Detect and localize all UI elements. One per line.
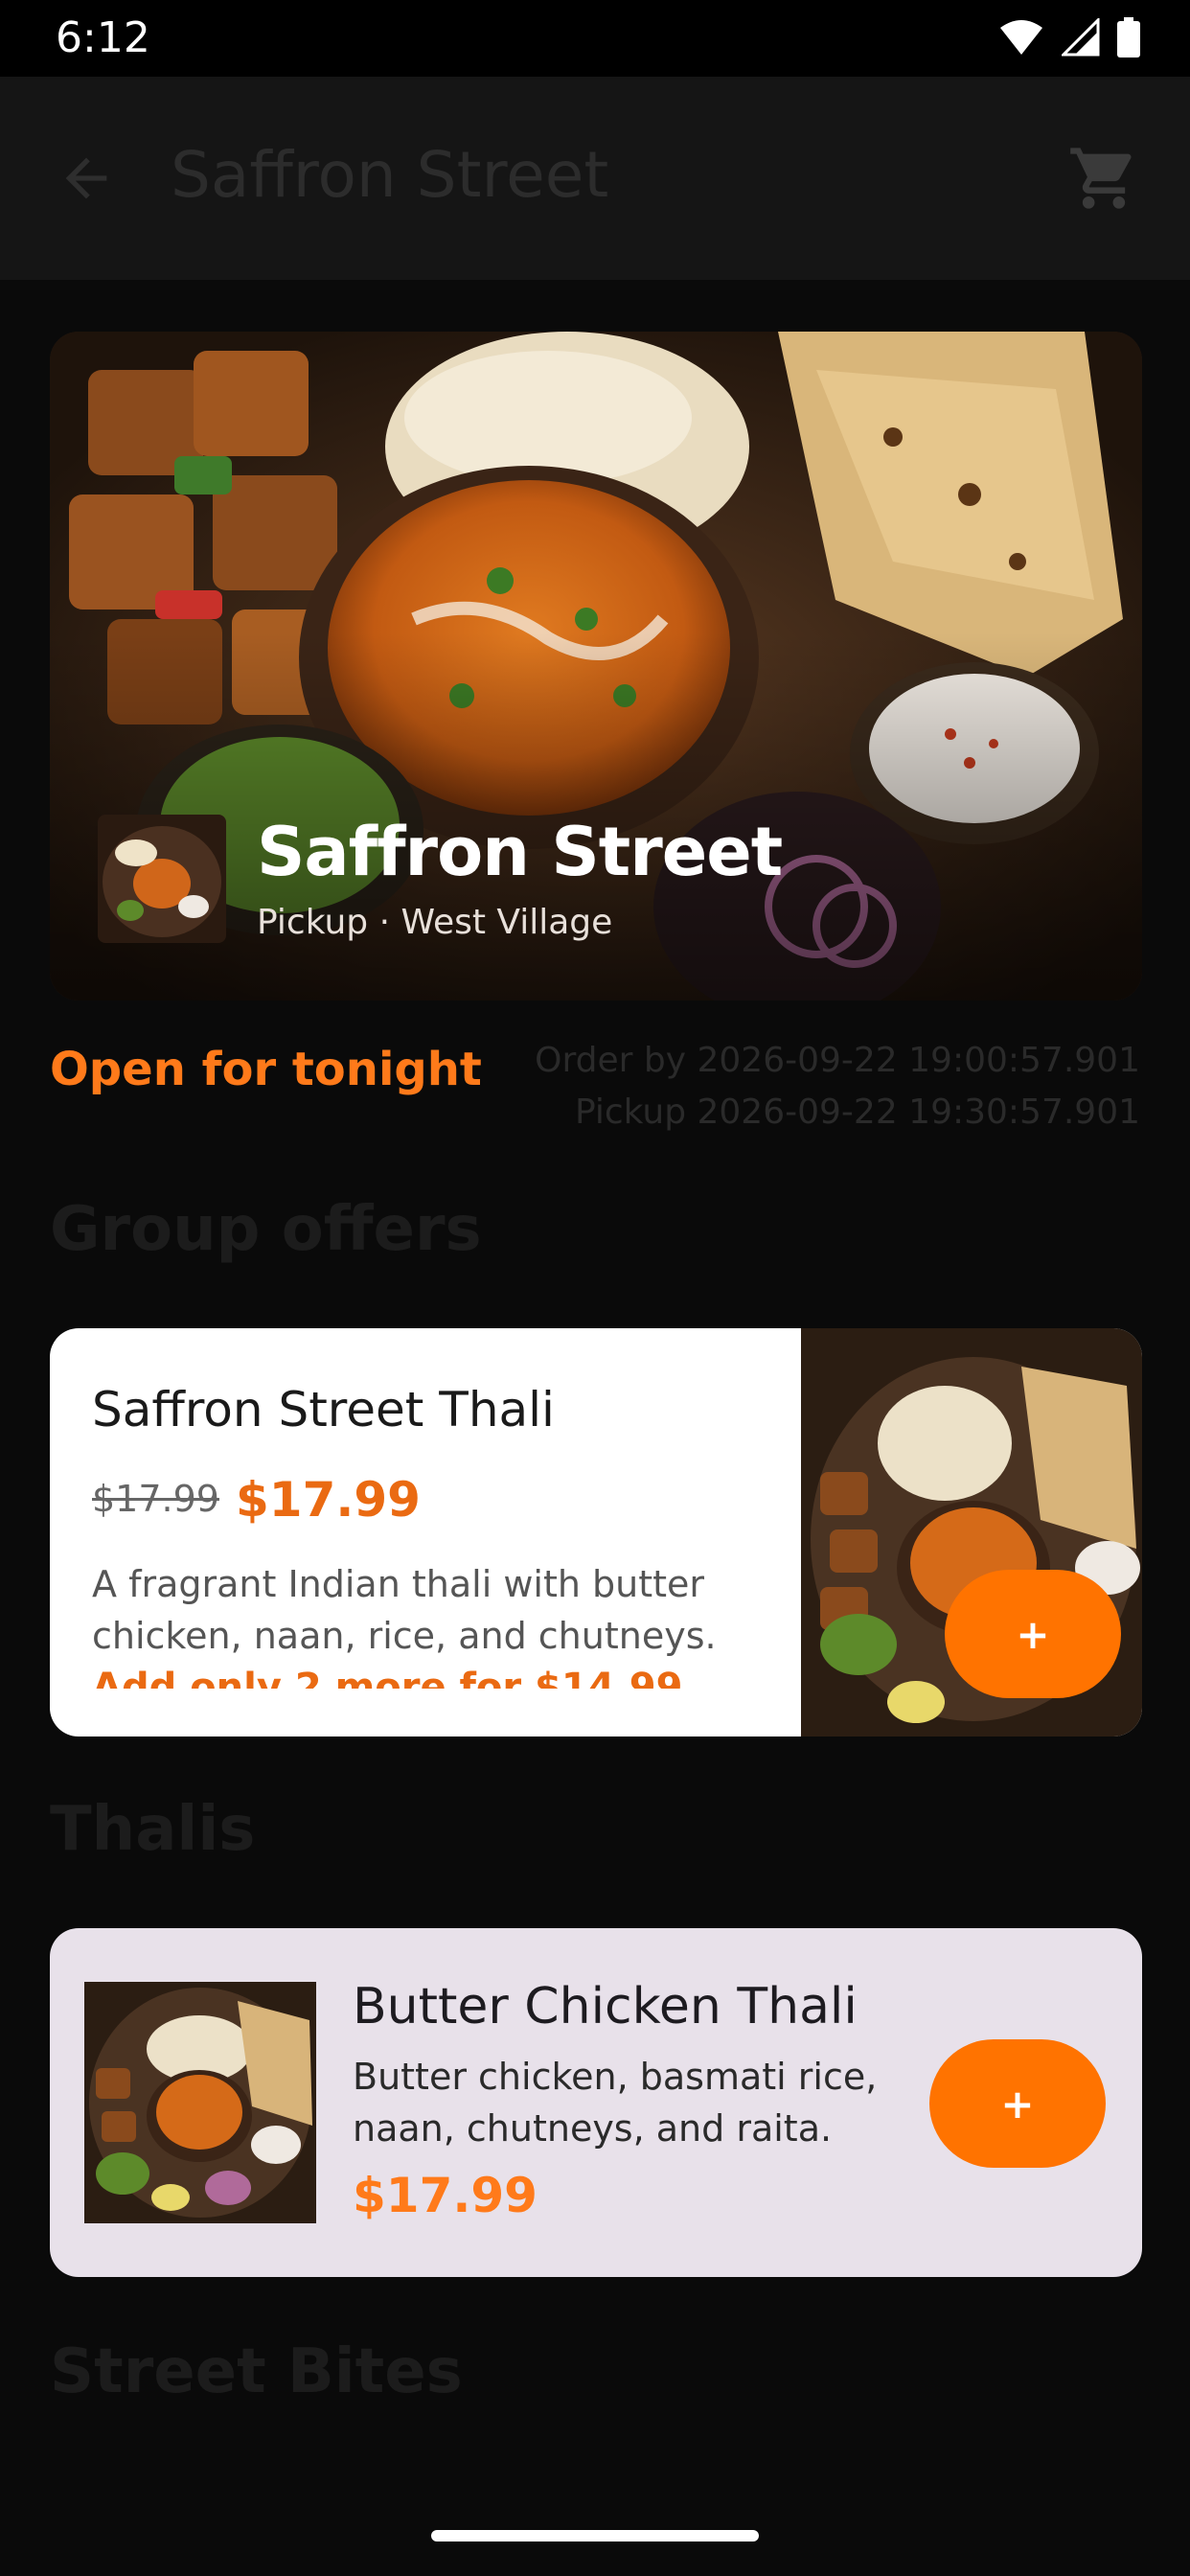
order-by-time: Order by 2026-09-22 19:00:57.901 xyxy=(535,1041,1140,1080)
signal-icon xyxy=(1062,18,1100,57)
menu-item-price: $17.99 xyxy=(353,2168,538,2223)
pickup-time: Pickup 2026-09-22 19:30:57.901 xyxy=(574,1092,1140,1132)
restaurant-name: Saffron Street xyxy=(257,813,783,891)
offer-price: $17.99 xyxy=(236,1472,421,1528)
menu-item-card[interactable]: Butter Chicken Thali Butter chicken, bas… xyxy=(50,1928,1142,2277)
order-times: Order by 2026-09-22 19:00:57.901 Pickup … xyxy=(535,1035,1140,1138)
section-street-bites: Street Bites xyxy=(50,2336,463,2407)
app-bar: Saffron Street xyxy=(0,77,1190,280)
offer-add-button[interactable]: + xyxy=(945,1570,1121,1698)
status-icons xyxy=(998,17,1140,58)
home-indicator[interactable] xyxy=(431,2530,759,2542)
wifi-icon xyxy=(1000,20,1042,55)
menu-item-name: Butter Chicken Thali xyxy=(353,1978,858,2036)
menu-item-add-button[interactable]: + xyxy=(929,2039,1106,2168)
menu-item-image xyxy=(84,1982,316,2223)
restaurant-subtitle: Pickup · West Village xyxy=(257,903,613,942)
section-thalis: Thalis xyxy=(50,1794,256,1865)
offer-deal-clip: Add only 2 more for $14.99 xyxy=(92,1666,763,1689)
back-arrow-icon[interactable] xyxy=(56,148,117,209)
page-title: Saffron Street xyxy=(171,138,609,212)
open-status: Open for tonight xyxy=(50,1043,482,1096)
status-bar: 6:12 xyxy=(0,0,1190,77)
group-offer-card[interactable]: Saffron Street Thali $17.99 $17.99 A fra… xyxy=(50,1328,1142,1736)
status-time: 6:12 xyxy=(56,13,150,62)
offer-description: A fragrant Indian thali with butter chic… xyxy=(92,1563,717,1657)
offer-old-price: $17.99 xyxy=(92,1478,219,1520)
offer-deal-text: Add only 2 more for $14.99 xyxy=(92,1666,683,1689)
section-group-offers: Group offers xyxy=(50,1194,482,1265)
menu-item-description: Butter chicken, basmati rice, naan, chut… xyxy=(353,2056,878,2150)
battery-icon xyxy=(1117,17,1140,58)
restaurant-hero: Saffron Street Pickup · West Village xyxy=(50,332,1142,1000)
restaurant-logo xyxy=(98,815,226,943)
cart-icon[interactable] xyxy=(1067,142,1140,215)
offer-name: Saffron Street Thali xyxy=(92,1382,555,1438)
